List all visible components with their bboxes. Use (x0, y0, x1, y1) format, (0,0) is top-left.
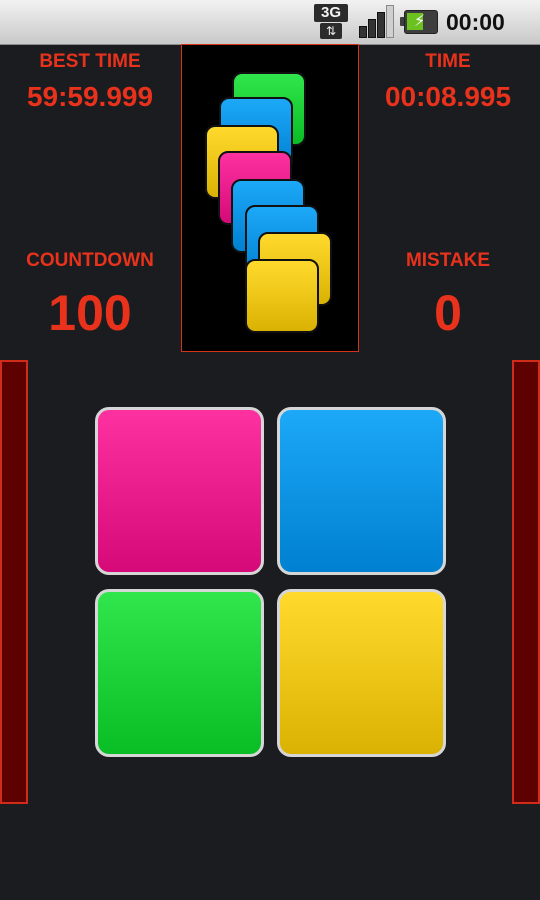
upcoming-color-queue (181, 44, 359, 352)
right-progress-bar (512, 360, 540, 804)
green-tile-button[interactable] (95, 589, 264, 757)
countdown-label: COUNTDOWN (26, 250, 154, 271)
best-time-value: 59:59.999 (26, 81, 154, 112)
time-label: TIME (425, 51, 471, 72)
mistake-value: 0 (434, 285, 462, 341)
game-screen: 3G ⇅ ⚡ 00:00 BEST TIME 59:59.999 TIME 00… (0, 0, 540, 900)
status-clock: 00:00 (446, 9, 505, 35)
bolt-icon: ⚡ (414, 11, 426, 30)
signal-bars-icon (357, 5, 394, 38)
battery-charging-icon: ⚡ (400, 10, 438, 34)
best-time-label: BEST TIME (39, 51, 141, 72)
mistake-label: MISTAKE (405, 250, 491, 271)
pink-tile-button[interactable] (95, 407, 264, 575)
status-bar: 3G ⇅ ⚡ 00:00 (0, 0, 540, 45)
countdown-value: 100 (48, 285, 132, 341)
blue-tile-button[interactable] (277, 407, 446, 575)
left-progress-bar (0, 360, 28, 804)
network-3g-icon: 3G ⇅ (314, 4, 348, 40)
queue-card-yellow (245, 259, 319, 333)
time-value: 00:08.995 (384, 81, 512, 112)
yellow-tile-button[interactable] (277, 589, 446, 757)
data-arrows-icon: ⇅ (320, 23, 342, 39)
network-type-label: 3G (314, 4, 348, 22)
